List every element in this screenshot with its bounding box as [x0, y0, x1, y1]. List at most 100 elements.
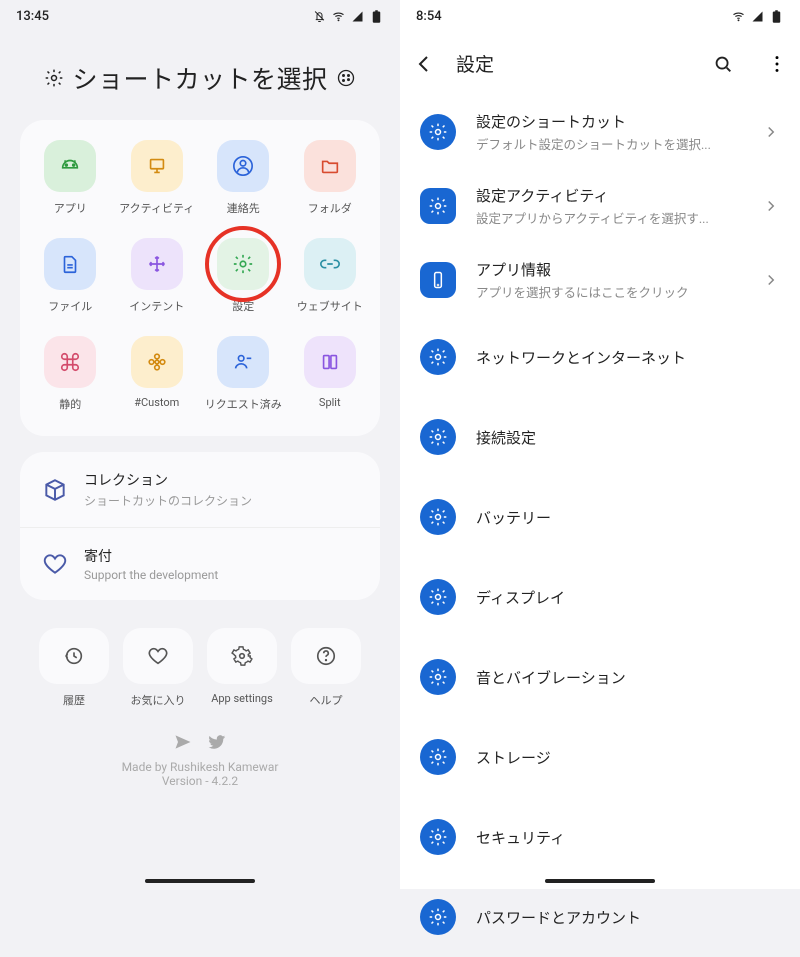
android-icon [59, 155, 81, 177]
shortcut-tile-monitor[interactable]: アクティビティ [115, 140, 200, 216]
action-settings-alt[interactable] [207, 628, 277, 684]
nav-handle[interactable] [145, 879, 255, 883]
heart-icon [42, 551, 68, 577]
history-icon [63, 645, 85, 667]
shortcut-tile-person-remove[interactable]: リクエスト済み [201, 336, 286, 412]
tile [131, 336, 183, 388]
command-icon [59, 351, 81, 373]
shortcut-tile-move[interactable]: インテント [115, 238, 200, 314]
setting-row[interactable]: ストレージ [404, 717, 796, 797]
tile-label: アクティビティ [119, 200, 194, 216]
monitor-icon [146, 155, 168, 177]
action-heart[interactable] [123, 628, 193, 684]
settings-header: 設定 [400, 32, 800, 95]
gear-badge-icon [420, 899, 456, 935]
gear-badge-icon [420, 188, 456, 224]
shortcut-tile-link[interactable]: ウェブサイト [288, 238, 373, 314]
list-item-package[interactable]: コレクション ショートカットのコレクション [20, 452, 380, 527]
list-item-heart[interactable]: 寄付 Support the development [20, 527, 380, 600]
shortcut-tile-gear[interactable]: 設定 [201, 238, 286, 314]
setting-sub: デフォルト設定のショートカットを選択... [476, 134, 742, 153]
setting-row[interactable]: バッテリー [404, 477, 796, 557]
gear-badge-icon [420, 739, 456, 775]
setting-text: 設定のショートカット デフォルト設定のショートカットを選択... [476, 111, 742, 153]
setting-title: バッテリー [476, 507, 780, 528]
tile-label: ファイル [48, 298, 92, 314]
shortcut-tile-command[interactable]: 静的 [28, 336, 113, 412]
action-label: App settings [207, 692, 277, 708]
setting-title: 設定アクティビティ [476, 185, 742, 206]
link-icon [319, 253, 341, 275]
footer: Made by Rushikesh Kamewar Version - 4.2.… [0, 732, 400, 788]
person-remove-icon [232, 351, 254, 373]
tile-label: アプリ [54, 200, 87, 216]
signal-icon [750, 9, 765, 24]
bottom-action-labels: 履歴お気に入りApp settingsヘルプ [0, 692, 400, 708]
action-history[interactable] [39, 628, 109, 684]
setting-sub: アプリを選択するにはここをクリック [476, 282, 742, 301]
setting-title: アプリ情報 [476, 259, 742, 280]
setting-title: ディスプレイ [476, 587, 780, 608]
page-title: ショートカットを選択 [72, 60, 327, 96]
tile-label: 静的 [59, 396, 81, 412]
tile-label: 連絡先 [227, 200, 260, 216]
setting-row[interactable]: 接続設定 [404, 397, 796, 477]
list-text: コレクション ショートカットのコレクション [84, 470, 252, 509]
search-icon[interactable] [712, 53, 734, 75]
shortcut-tile-folder[interactable]: フォルダ [288, 140, 373, 216]
list-title: 寄付 [84, 546, 218, 566]
action-label: お気に入り [123, 692, 193, 708]
battery-icon [369, 9, 384, 24]
flower-icon [146, 351, 168, 373]
shortcut-tile-file[interactable]: ファイル [28, 238, 113, 314]
move-icon [146, 253, 168, 275]
gear-badge-icon [420, 499, 456, 535]
palette-icon[interactable] [336, 68, 356, 88]
action-label: ヘルプ [291, 692, 361, 708]
shortcut-tile-split[interactable]: Split [288, 336, 373, 412]
gear-badge-icon [420, 819, 456, 855]
setting-row[interactable]: セキュリティ [404, 797, 796, 877]
wifi-icon [731, 9, 746, 24]
action-help[interactable] [291, 628, 361, 684]
gear-badge-icon [420, 114, 456, 150]
collections-card: コレクション ショートカットのコレクション 寄付 Support the dev… [20, 452, 380, 600]
setting-row[interactable]: 設定のショートカット デフォルト設定のショートカットを選択... [404, 95, 796, 169]
tile-label: #Custom [134, 396, 179, 409]
more-icon[interactable] [766, 53, 788, 75]
tile-label: Split [319, 396, 341, 409]
status-bar: 8:54 [400, 0, 800, 32]
setting-title: パスワードとアカウント [476, 907, 780, 928]
setting-row[interactable]: ネットワークとインターネット [404, 317, 796, 397]
tile-label: ウェブサイト [297, 298, 363, 314]
back-icon[interactable] [412, 52, 436, 76]
help-icon [315, 645, 337, 667]
setting-row[interactable]: 設定アクティビティ 設定アプリからアクティビティを選択す... [404, 169, 796, 243]
setting-title: ネットワークとインターネット [476, 347, 780, 368]
setting-row[interactable]: アプリ情報 アプリを選択するにはここをクリック [404, 243, 796, 317]
gear-badge-icon [420, 339, 456, 375]
tile [44, 238, 96, 290]
shortcut-tile-android[interactable]: アプリ [28, 140, 113, 216]
contact-icon [232, 155, 254, 177]
nav-handle[interactable] [545, 879, 655, 883]
setting-text: 接続設定 [476, 427, 780, 448]
setting-text: パスワードとアカウント [476, 907, 780, 928]
telegram-icon[interactable] [173, 732, 193, 752]
tile-label: リクエスト済み [205, 396, 282, 412]
setting-text: 音とバイブレーション [476, 667, 780, 688]
setting-row[interactable]: パスワードとアカウント [404, 877, 796, 957]
battery-icon [769, 9, 784, 24]
status-icons [731, 9, 784, 24]
tile-label: 設定 [232, 298, 254, 314]
setting-row[interactable]: 音とバイブレーション [404, 637, 796, 717]
shortcut-tile-flower[interactable]: #Custom [115, 336, 200, 412]
setting-title: 接続設定 [476, 427, 780, 448]
tile [304, 336, 356, 388]
page-title-row: ショートカットを選択 [0, 32, 400, 120]
twitter-icon[interactable] [207, 732, 227, 752]
shortcut-tile-contact[interactable]: 連絡先 [201, 140, 286, 216]
settings-alt-icon [231, 645, 253, 667]
setting-row[interactable]: ディスプレイ [404, 557, 796, 637]
tile [217, 140, 269, 192]
